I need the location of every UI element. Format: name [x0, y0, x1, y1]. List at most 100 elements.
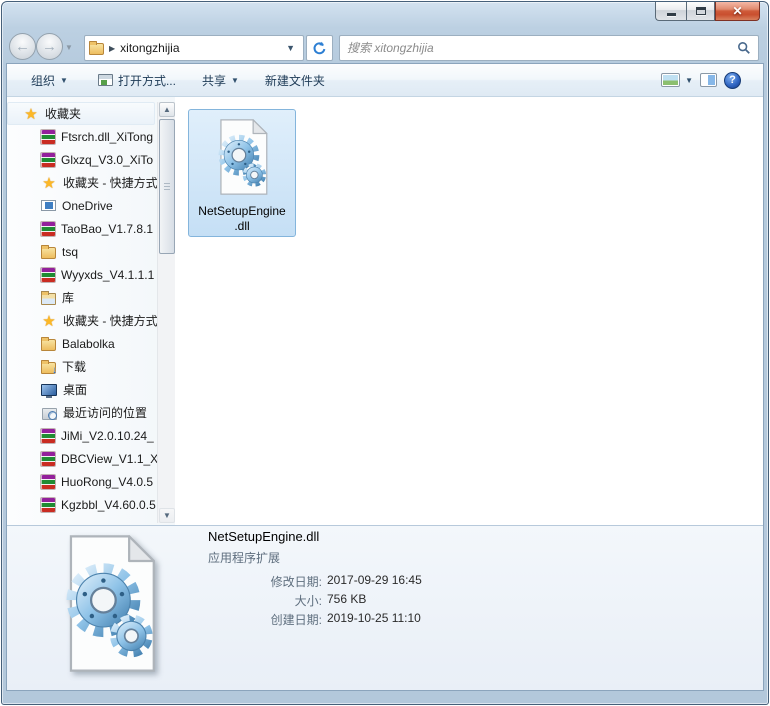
scroll-down-icon[interactable]: ▼ [159, 508, 175, 523]
sidebar-item-label: DBCView_V1.1_X [61, 451, 159, 466]
sidebar-item-label: HuoRong_V4.0.5 [61, 474, 154, 489]
chevron-down-icon: ▼ [230, 76, 239, 85]
field-label: 创建日期: [270, 613, 322, 627]
details-text: NetSetupEngine.dll 应用程序扩展 修改日期: 2017-09-… [208, 529, 422, 630]
sidebar-item-label: 下载 [62, 360, 87, 374]
organize-label: 组织 [31, 73, 56, 88]
library-icon [41, 290, 56, 305]
help-icon: ? [724, 71, 741, 89]
field-value: 2017-09-29 16:45 [327, 573, 422, 587]
maximize-icon [695, 7, 706, 15]
file-list-area[interactable]: NetSetupEngine .dll [175, 97, 763, 525]
sidebar-item-label: Glxzq_V3.0_XiTo [61, 152, 154, 167]
sidebar-item-label: tsq [62, 244, 79, 259]
window-controls: ✕ [655, 2, 760, 21]
command-toolbar: 组织 ▼ 打开方式... 共享 ▼ 新建文件夹 ▼ ? [7, 64, 763, 97]
back-button[interactable]: ← [9, 33, 36, 60]
help-button[interactable]: ? [724, 71, 741, 89]
minimize-button[interactable] [655, 2, 686, 21]
dll-file-icon [218, 119, 268, 195]
open-with-icon [97, 74, 113, 86]
folder-icon [41, 244, 56, 259]
sidebar-item[interactable]: Glxzq_V3.0_XiTo [7, 148, 175, 171]
star-icon [41, 175, 57, 191]
breadcrumb-path[interactable]: xitongzhijia [120, 41, 179, 55]
sidebar-item[interactable]: 收藏夹 - 快捷方式 [7, 171, 175, 194]
field-label: 大小: [294, 594, 322, 608]
preview-pane-icon [700, 73, 717, 87]
sidebar-item[interactable]: Balabolka [7, 332, 175, 355]
sidebar-item-label: Kgzbbl_V4.60.0.5 [61, 497, 156, 512]
preview-pane-button[interactable] [700, 73, 717, 87]
search-input[interactable] [347, 41, 737, 55]
star-icon [41, 313, 57, 329]
folder-icon [41, 336, 56, 351]
details-file-type: 应用程序扩展 [208, 551, 281, 565]
scroll-up-icon[interactable]: ▲ [159, 102, 175, 117]
new-folder-button[interactable]: 新建文件夹 [265, 72, 325, 89]
refresh-button[interactable] [306, 35, 333, 61]
winrar-archive-icon [41, 221, 55, 236]
close-icon: ✕ [732, 3, 743, 18]
breadcrumb[interactable]: ▶ xitongzhijia [89, 41, 282, 55]
sidebar-item[interactable]: Ftsrch.dll_XiTong [7, 125, 175, 148]
sidebar-item[interactable]: TaoBao_V1.7.8.1 [7, 217, 175, 240]
sidebar-item[interactable]: tsq [7, 240, 175, 263]
maximize-button[interactable] [686, 2, 715, 21]
open-with-button[interactable]: 打开方式... [97, 72, 176, 89]
sidebar-item-onedrive[interactable]: OneDrive [7, 194, 175, 217]
sidebar-item-label: 库 [62, 291, 75, 305]
sidebar-item-label: Wyyxds_V4.1.1.1 [61, 267, 155, 282]
sidebar-item-label: 收藏夹 - 快捷方式 [63, 314, 158, 328]
sidebar-item-label: 收藏夹 - 快捷方式 [63, 176, 158, 190]
explorer-window: ✕ ← → ▼ ▶ xitongzhijia ▼ 搜索 xitongzhijia… [1, 1, 769, 705]
scrollbar-thumb[interactable] [159, 119, 175, 254]
file-item-netsetupengine-dll[interactable]: NetSetupEngine .dll [188, 109, 296, 237]
sidebar-item-label: 收藏夹 [45, 107, 82, 121]
refresh-icon [313, 41, 326, 54]
winrar-archive-icon [41, 129, 55, 144]
sidebar-item[interactable]: 收藏夹 - 快捷方式 [7, 309, 175, 332]
sidebar-item-label: TaoBao_V1.7.8.1 [61, 221, 154, 236]
address-dropdown-icon[interactable]: ▼ [282, 43, 299, 53]
winrar-archive-icon [41, 451, 55, 466]
navigation-bar: ← → ▼ ▶ xitongzhijia ▼ [2, 32, 768, 64]
open-with-label: 打开方式... [117, 73, 176, 88]
sidebar-item-recent-places[interactable]: 最近访问的位置 [7, 401, 175, 424]
address-bar[interactable]: ▶ xitongzhijia ▼ [84, 35, 304, 61]
details-field-created: 创建日期: 2019-10-25 11:10 [208, 611, 422, 630]
chevron-down-icon: ▼ [60, 76, 68, 85]
breadcrumb-arrow-icon[interactable]: ▶ [109, 44, 115, 53]
onedrive-icon [41, 200, 56, 211]
change-view-button[interactable]: ▼ [661, 73, 693, 87]
sidebar-item[interactable]: JiMi_V2.0.10.24_ [7, 424, 175, 447]
downloads-folder-icon [41, 359, 57, 376]
dll-file-icon-large [66, 535, 155, 672]
sidebar-item-label: 桌面 [63, 383, 88, 397]
explorer-body: 组织 ▼ 打开方式... 共享 ▼ 新建文件夹 ▼ ? ★ 收藏夹 Ftsrch… [6, 63, 764, 691]
details-filename: NetSetupEngine.dll [208, 529, 320, 544]
forward-button[interactable]: → [36, 33, 63, 60]
sidebar-item[interactable]: HuoRong_V4.0.5 [7, 470, 175, 493]
sidebar-item-label: JiMi_V2.0.10.24_ [61, 428, 154, 443]
sidebar-scrollbar[interactable]: ▲ ▼ [157, 102, 175, 523]
winrar-archive-icon [41, 267, 55, 282]
search-icon[interactable] [737, 41, 751, 55]
winrar-archive-icon [41, 474, 55, 489]
sidebar-item-desktop[interactable]: 桌面 [7, 378, 175, 401]
sidebar-item-favorites[interactable]: 收藏夹 [7, 102, 155, 125]
sidebar-item-label: 最近访问的位置 [63, 406, 148, 420]
file-name-line2: .dll [234, 219, 250, 233]
close-button[interactable]: ✕ [715, 2, 760, 21]
file-name-line1: NetSetupEngine [198, 204, 286, 218]
sidebar-item-downloads[interactable]: 下载 [7, 355, 175, 378]
sidebar-item[interactable]: DBCView_V1.1_X [7, 447, 175, 470]
sidebar-item[interactable]: Kgzbbl_V4.60.0.5 [7, 493, 175, 516]
field-label: 修改日期: [270, 575, 322, 589]
sidebar-item[interactable]: Wyyxds_V4.1.1.1 [7, 263, 175, 286]
navigation-pane: 收藏夹 Ftsrch.dll_XiTong Glxzq_V3.0_XiTo 收藏… [7, 97, 175, 525]
sidebar-item-libraries[interactable]: 库 [7, 286, 175, 309]
recent-pages-chevron-icon[interactable]: ▼ [65, 43, 73, 52]
organize-button[interactable]: 组织 ▼ [31, 72, 68, 89]
share-button[interactable]: 共享 ▼ [202, 72, 239, 89]
